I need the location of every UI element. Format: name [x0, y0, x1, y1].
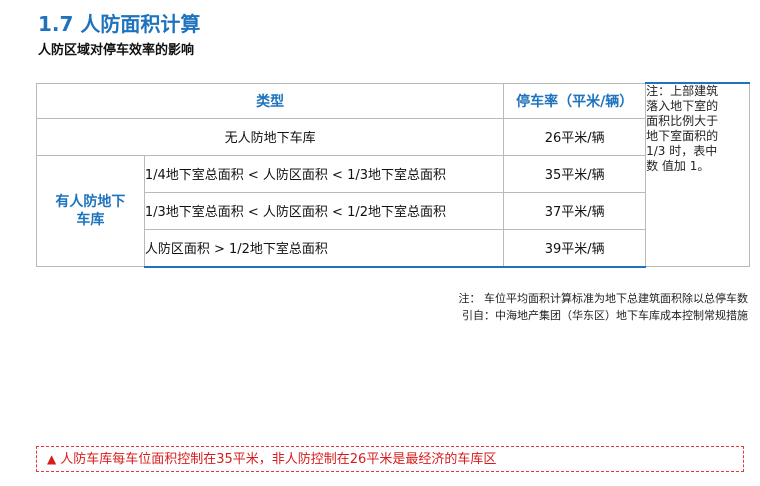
note-line: 落入地下室的	[646, 99, 719, 113]
note-line: 1/3 时，表中	[646, 144, 718, 158]
table-row: 有人防地下 车库 1/4地下室总面积 < 人防区面积 < 1/3地下室总面积 3…	[36, 154, 750, 267]
note-line: 注：上部建筑	[646, 84, 719, 98]
header-rate: 停车率（平米/辆）	[503, 82, 647, 119]
note-line: 地下室面积的	[646, 129, 719, 143]
group-label-line: 有人防地下	[55, 193, 126, 210]
group-label-civil-defense: 有人防地下 车库	[36, 154, 145, 267]
alert-box: ▲ 人防车库每车位面积控制在35平米，非人防控制在26平米是最经济的车库区	[36, 446, 744, 472]
table-row: 人防区面积 > 1/2地下室总面积 39平米/辆	[37, 228, 750, 268]
row-condition: 1/3地下室总面积 < 人防区面积 < 1/2地下室总面积	[143, 191, 505, 230]
alert-text: 人防车库每车位面积控制在35平米，非人防控制在26平米是最经济的车库区	[60, 452, 497, 467]
row-rate: 35平米/辆	[503, 154, 647, 193]
row-condition: 人防区面积 > 1/2地下室总面积	[143, 228, 505, 268]
row-rate: 39平米/辆	[503, 228, 647, 268]
table-row: 无人防地下车库 26平米/辆	[35, 117, 750, 156]
row-rate: 26平米/辆	[503, 117, 647, 156]
group-label-line: 车库	[76, 211, 105, 228]
header-type: 类型	[35, 82, 505, 119]
footnote-line: 注： 车位平均面积计算标准为地下总建筑面积除以总停车数	[458, 292, 749, 305]
note-line: 面积比例大于	[646, 114, 719, 128]
warning-triangle-icon: ▲	[47, 452, 57, 466]
note-line: 数 值加 1。	[646, 159, 710, 173]
row-condition: 1/4地下室总面积 < 人防区面积 < 1/3地下室总面积	[143, 154, 505, 193]
table-note: 注：上部建筑 落入地下室的 面积比例大于 地下室面积的 1/3 时，表中 数 值…	[645, 82, 750, 267]
parking-efficiency-table: 类型 停车率（平米/辆） 注：上部建筑 落入地下室的 面积比例大于 地下室面积的…	[35, 82, 750, 268]
table-row: 1/3地下室总面积 < 人防区面积 < 1/2地下室总面积 37平米/辆	[37, 191, 750, 230]
footnote: 注： 车位平均面积计算标准为地下总建筑面积除以总停车数 引自：中海地产集团（华东…	[459, 290, 749, 324]
footnote-line: 引自：中海地产集团（华东区）地下车库成本控制常规措施	[462, 309, 748, 322]
page-subtitle: 人防区域对停车效率的影响	[38, 43, 195, 58]
table-header-row: 类型 停车率（平米/辆） 注：上部建筑 落入地下室的 面积比例大于 地下室面积的…	[35, 82, 750, 267]
row-rate: 37平米/辆	[503, 191, 647, 230]
page-title: 1.7 人防面积计算	[38, 12, 201, 36]
row-category-no-civil-defense: 无人防地下车库	[35, 117, 505, 156]
